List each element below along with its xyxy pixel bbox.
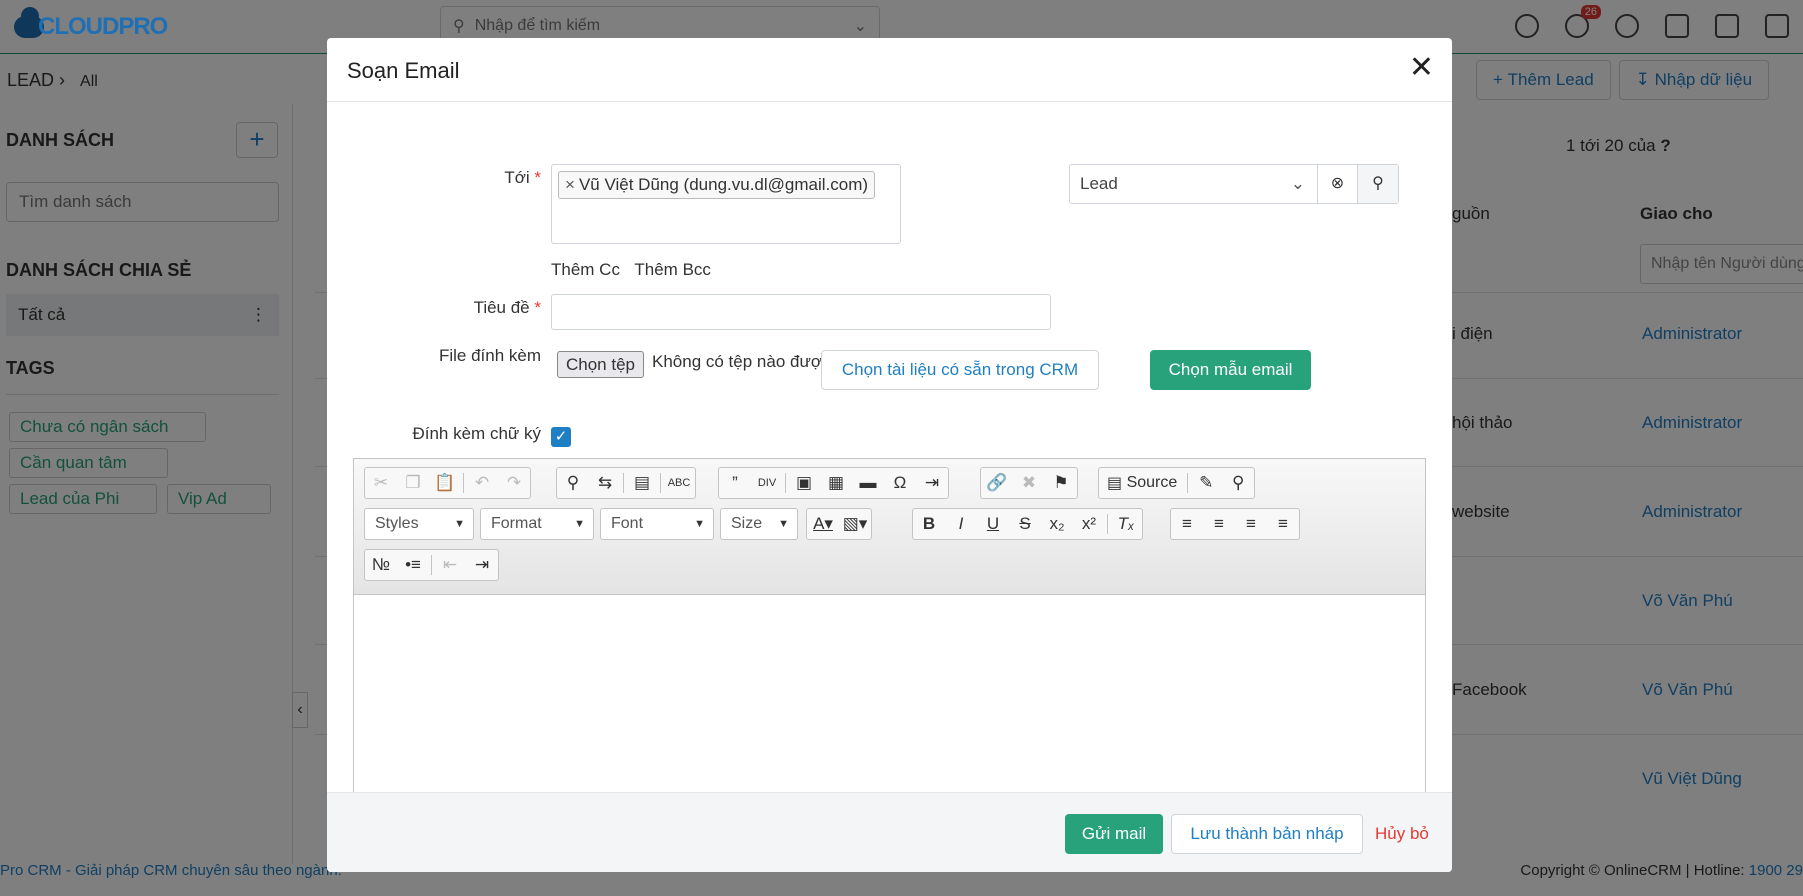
cancel-button[interactable]: Hủy bỏ — [1375, 814, 1429, 854]
align-center-icon[interactable]: ≡ — [1203, 509, 1235, 539]
logo-text: CLOUDPRO — [38, 13, 168, 40]
no-file-text: Không có tệp nào được chọn — [652, 352, 822, 371]
color-group: A▾ ▧▾ — [806, 508, 872, 540]
recipient-email: (dung.vu.dl@gmail.com) — [683, 175, 869, 194]
to-label: Tới * — [504, 168, 541, 187]
modal-title: Soạn Email — [347, 58, 460, 83]
list-group: № •≡ ⇤ ⇥ — [364, 549, 499, 581]
compose-email-modal: Soạn Email ✕ Tới * × Vũ Việt Dũng (dung.v… — [327, 38, 1452, 872]
signature-checkbox[interactable]: ✓ — [551, 427, 571, 447]
chevron-down-icon: ⌄ — [1290, 174, 1305, 193]
text-color-icon[interactable]: A▾ — [807, 509, 839, 539]
underline-icon[interactable]: U — [977, 509, 1009, 539]
close-icon[interactable]: ✕ — [1409, 53, 1434, 83]
indent-icon[interactable]: ⇥ — [466, 550, 498, 580]
bold-icon[interactable]: B — [913, 509, 945, 539]
insert-group: ” DIV ▣ ▦ ▬ Ω ⇥ — [718, 467, 949, 499]
modal-header: Soạn Email ✕ — [327, 38, 1452, 102]
basic-styles-group: B I U S x₂ x² Tₓ — [912, 508, 1143, 540]
find-icon[interactable]: ⚲ — [557, 468, 589, 498]
align-group: ≡ ≡ ≡ ≡ — [1170, 508, 1300, 540]
align-right-icon[interactable]: ≡ — [1235, 509, 1267, 539]
horizontal-line-icon[interactable]: ▬ — [852, 468, 884, 498]
rich-text-editor: ✂ ❐ 📋 ↶ ↷ ⚲ ⇆ ▤ ABC ” DIV ▣ ▦ ▬ Ω ⇥ 🔗 ✖ … — [353, 458, 1426, 830]
redo-icon[interactable]: ↷ — [498, 468, 530, 498]
font-dropdown[interactable]: Font ▼ — [600, 508, 714, 540]
signature-label: Đính kèm chữ ký — [412, 424, 541, 443]
module-select-value[interactable]: Lead ⌄ — [1070, 165, 1318, 203]
size-dropdown[interactable]: Size ▼ — [720, 508, 798, 540]
background-color-icon[interactable]: ▧▾ — [839, 509, 871, 539]
subject-label: Tiêu đề * — [473, 298, 541, 317]
numbered-list-icon[interactable]: № — [365, 550, 397, 580]
add-bcc-link[interactable]: Thêm Bcc — [634, 260, 711, 279]
anchor-flag-icon[interactable]: ⚑ — [1045, 468, 1077, 498]
page-break-icon[interactable]: ⇥ — [916, 468, 948, 498]
div-icon[interactable]: DIV — [751, 468, 783, 498]
paste-icon[interactable]: 📋 — [429, 468, 461, 498]
unlink-icon[interactable]: ✖ — [1013, 468, 1045, 498]
source-group: ▤ Source ✎ ⚲ — [1098, 467, 1256, 499]
blockquote-icon[interactable]: ” — [719, 468, 751, 498]
clipboard-group: ✂ ❐ 📋 ↶ ↷ — [364, 467, 531, 499]
bulleted-list-icon[interactable]: •≡ — [397, 550, 429, 580]
cut-icon[interactable]: ✂ — [365, 468, 397, 498]
module-select[interactable]: Lead ⌄ ⊗ ⚲ — [1069, 164, 1399, 204]
cc-bcc-links: Thêm Cc Thêm Bcc — [551, 260, 721, 280]
clear-circle-icon[interactable]: ⊗ — [1318, 165, 1358, 203]
templates-icon[interactable]: ✎ — [1190, 468, 1222, 498]
crm-documents-button[interactable]: Chọn tài liệu có sẵn trong CRM — [821, 350, 1099, 390]
email-template-button[interactable]: Chọn mẫu email — [1150, 350, 1311, 390]
undo-icon[interactable]: ↶ — [466, 468, 498, 498]
remove-recipient-icon[interactable]: × — [565, 175, 575, 194]
special-char-icon[interactable]: Ω — [884, 468, 916, 498]
strikethrough-icon[interactable]: S — [1009, 509, 1041, 539]
source-button[interactable]: ▤ Source — [1099, 468, 1185, 498]
choose-file-button[interactable]: Chọn tệp — [557, 351, 644, 378]
remove-format-icon[interactable]: Tₓ — [1110, 509, 1142, 539]
source-icon: ▤ — [1107, 475, 1123, 492]
preview-icon[interactable]: ⚲ — [1222, 468, 1254, 498]
link-group: 🔗 ✖ ⚑ — [980, 467, 1078, 499]
subscript-icon[interactable]: x₂ — [1041, 509, 1073, 539]
table-icon[interactable]: ▦ — [820, 468, 852, 498]
add-cc-link[interactable]: Thêm Cc — [551, 260, 620, 279]
format-dropdown[interactable]: Format ▼ — [480, 508, 594, 540]
search-icon[interactable]: ⚲ — [1358, 165, 1398, 203]
replace-icon[interactable]: ⇆ — [589, 468, 621, 498]
to-field[interactable]: × Vũ Việt Dũng (dung.vu.dl@gmail.com) — [551, 164, 901, 244]
link-icon[interactable]: 🔗 — [981, 468, 1013, 498]
align-left-icon[interactable]: ≡ — [1171, 509, 1203, 539]
send-mail-button[interactable]: Gửi mail — [1065, 814, 1163, 854]
modal-footer: Gửi mail Lưu thành bản nháp Hủy bỏ — [327, 792, 1452, 872]
spellcheck-icon[interactable]: ABC — [663, 468, 695, 498]
image-icon[interactable]: ▣ — [788, 468, 820, 498]
superscript-icon[interactable]: x² — [1073, 509, 1105, 539]
modal-body: Tới * × Vũ Việt Dũng (dung.vu.dl@gmail.co… — [327, 102, 1452, 830]
outdent-icon[interactable]: ⇤ — [434, 550, 466, 580]
editor-toolbar: ✂ ❐ 📋 ↶ ↷ ⚲ ⇆ ▤ ABC ” DIV ▣ ▦ ▬ Ω ⇥ 🔗 ✖ … — [354, 459, 1425, 595]
italic-icon[interactable]: I — [945, 509, 977, 539]
save-draft-button[interactable]: Lưu thành bản nháp — [1171, 814, 1363, 854]
select-all-icon[interactable]: ▤ — [626, 468, 658, 498]
find-group: ⚲ ⇆ ▤ ABC — [556, 467, 696, 499]
styles-dropdown[interactable]: Styles ▼ — [364, 508, 474, 540]
subject-input[interactable] — [551, 294, 1051, 330]
justify-icon[interactable]: ≡ — [1267, 509, 1299, 539]
attachment-label: File đính kèm — [438, 346, 541, 365]
recipient-name: Vũ Việt Dũng — [578, 175, 679, 194]
copy-icon[interactable]: ❐ — [397, 468, 429, 498]
recipient-chip: × Vũ Việt Dũng (dung.vu.dl@gmail.com) — [558, 171, 876, 199]
